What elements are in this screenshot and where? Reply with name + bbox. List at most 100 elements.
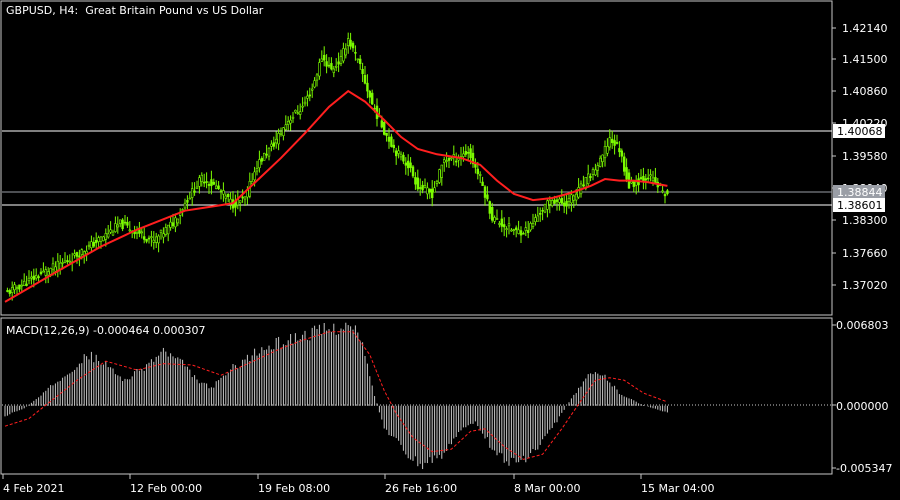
candle-body: [20, 284, 23, 287]
price-tick: 1.37020: [842, 279, 888, 292]
candle-body: [159, 229, 163, 234]
time-label: 15 Mar 04:00: [641, 482, 714, 495]
candle-body: [466, 152, 470, 154]
candle-body: [255, 168, 259, 172]
candle-body: [195, 186, 199, 189]
candle-body: [310, 88, 314, 91]
candle-body: [25, 283, 28, 286]
price-tick: 1.39580: [842, 150, 888, 163]
candle-body: [272, 142, 275, 147]
price-tick: 1.38300: [842, 214, 888, 227]
candle-body: [68, 260, 72, 263]
candle-body: [135, 231, 139, 234]
candle-body: [550, 200, 554, 207]
level-price-label-2: 1.38601: [837, 199, 883, 212]
candle-body: [594, 169, 597, 176]
candle-body: [99, 236, 103, 242]
candle-body: [308, 94, 311, 97]
candle-body: [140, 231, 143, 234]
candle-body: [227, 193, 230, 198]
candle-body: [392, 144, 395, 148]
candle-body: [87, 244, 91, 247]
candle-body: [654, 177, 657, 183]
candle-body: [639, 177, 643, 180]
level-price-label-1: 1.40068: [837, 125, 883, 138]
candle-body: [334, 65, 338, 68]
candle-body: [34, 275, 38, 279]
candle-body: [155, 236, 158, 243]
candle-body: [167, 224, 170, 235]
candle-body: [505, 228, 508, 230]
candle-body: [274, 138, 278, 144]
candle-body: [30, 276, 33, 279]
candle-body: [625, 167, 628, 180]
price-tick: 1.41500: [842, 53, 888, 66]
candle-body: [174, 217, 177, 228]
candle-body: [239, 200, 242, 204]
candle-body: [433, 187, 436, 193]
candle-body: [111, 231, 115, 236]
candle-body: [277, 133, 280, 145]
candle-body: [610, 138, 614, 144]
candle-body: [454, 160, 458, 163]
candle-body: [596, 165, 600, 171]
macd-tick-bottom: -0.005347: [836, 462, 892, 475]
candle-body: [366, 82, 369, 92]
candle-body: [61, 262, 64, 264]
candle-body: [404, 162, 407, 166]
candle-body: [445, 160, 448, 162]
candle-body: [476, 168, 479, 175]
candle-body: [361, 68, 364, 75]
candle-body: [342, 48, 345, 62]
candle-body: [49, 268, 52, 275]
candle-body: [620, 150, 624, 157]
candle-body: [517, 229, 520, 234]
candle-body: [649, 174, 652, 177]
candle-body: [469, 148, 472, 158]
candle-body: [27, 277, 31, 282]
candle-body: [157, 235, 160, 244]
candle-body: [11, 287, 14, 293]
time-label: 12 Feb 00:00: [130, 482, 202, 495]
chart-canvas[interactable]: 1.42140 1.41500 1.40860 1.40220 1.39580 …: [0, 0, 900, 500]
candle-body: [205, 181, 208, 183]
candle-body: [572, 195, 576, 201]
candle-body: [490, 206, 494, 221]
candle-body: [526, 230, 530, 233]
candle-body: [394, 150, 398, 157]
candle-body: [510, 229, 513, 232]
macd-tick-top: 0.006803: [836, 319, 889, 332]
candle-body: [80, 249, 84, 255]
candle-body: [289, 119, 292, 124]
candle-body: [438, 169, 441, 183]
candle-body: [349, 39, 352, 47]
trading-chart[interactable]: 1.42140 1.41500 1.40860 1.40220 1.39580 …: [0, 0, 900, 500]
candle-body: [354, 52, 357, 54]
candle-body: [646, 177, 650, 180]
candle-body: [481, 181, 484, 186]
candle-body: [22, 280, 26, 286]
main-pane-frame: [0, 0, 833, 316]
candle-body: [560, 198, 564, 204]
time-label: 8 Mar 00:00: [514, 482, 580, 495]
candle-body: [243, 196, 247, 200]
candle-body: [78, 255, 81, 258]
candle-body: [618, 148, 621, 153]
candle-body: [320, 58, 323, 62]
time-label: 26 Feb 16:00: [385, 482, 457, 495]
candle-body: [507, 223, 511, 227]
candle-body: [215, 185, 218, 189]
macd-pane-frame: [0, 317, 833, 475]
candle-body: [606, 146, 609, 154]
candle-body: [63, 260, 67, 263]
candle-body: [284, 124, 287, 130]
candle-body: [387, 136, 391, 142]
candle-body: [630, 181, 633, 184]
candle-body: [541, 210, 544, 212]
candle-body: [555, 199, 559, 202]
candle-body: [598, 157, 602, 167]
candle-body: [586, 173, 590, 185]
candle-body: [363, 75, 367, 84]
candle-body: [529, 223, 532, 231]
candle-body: [327, 64, 331, 67]
